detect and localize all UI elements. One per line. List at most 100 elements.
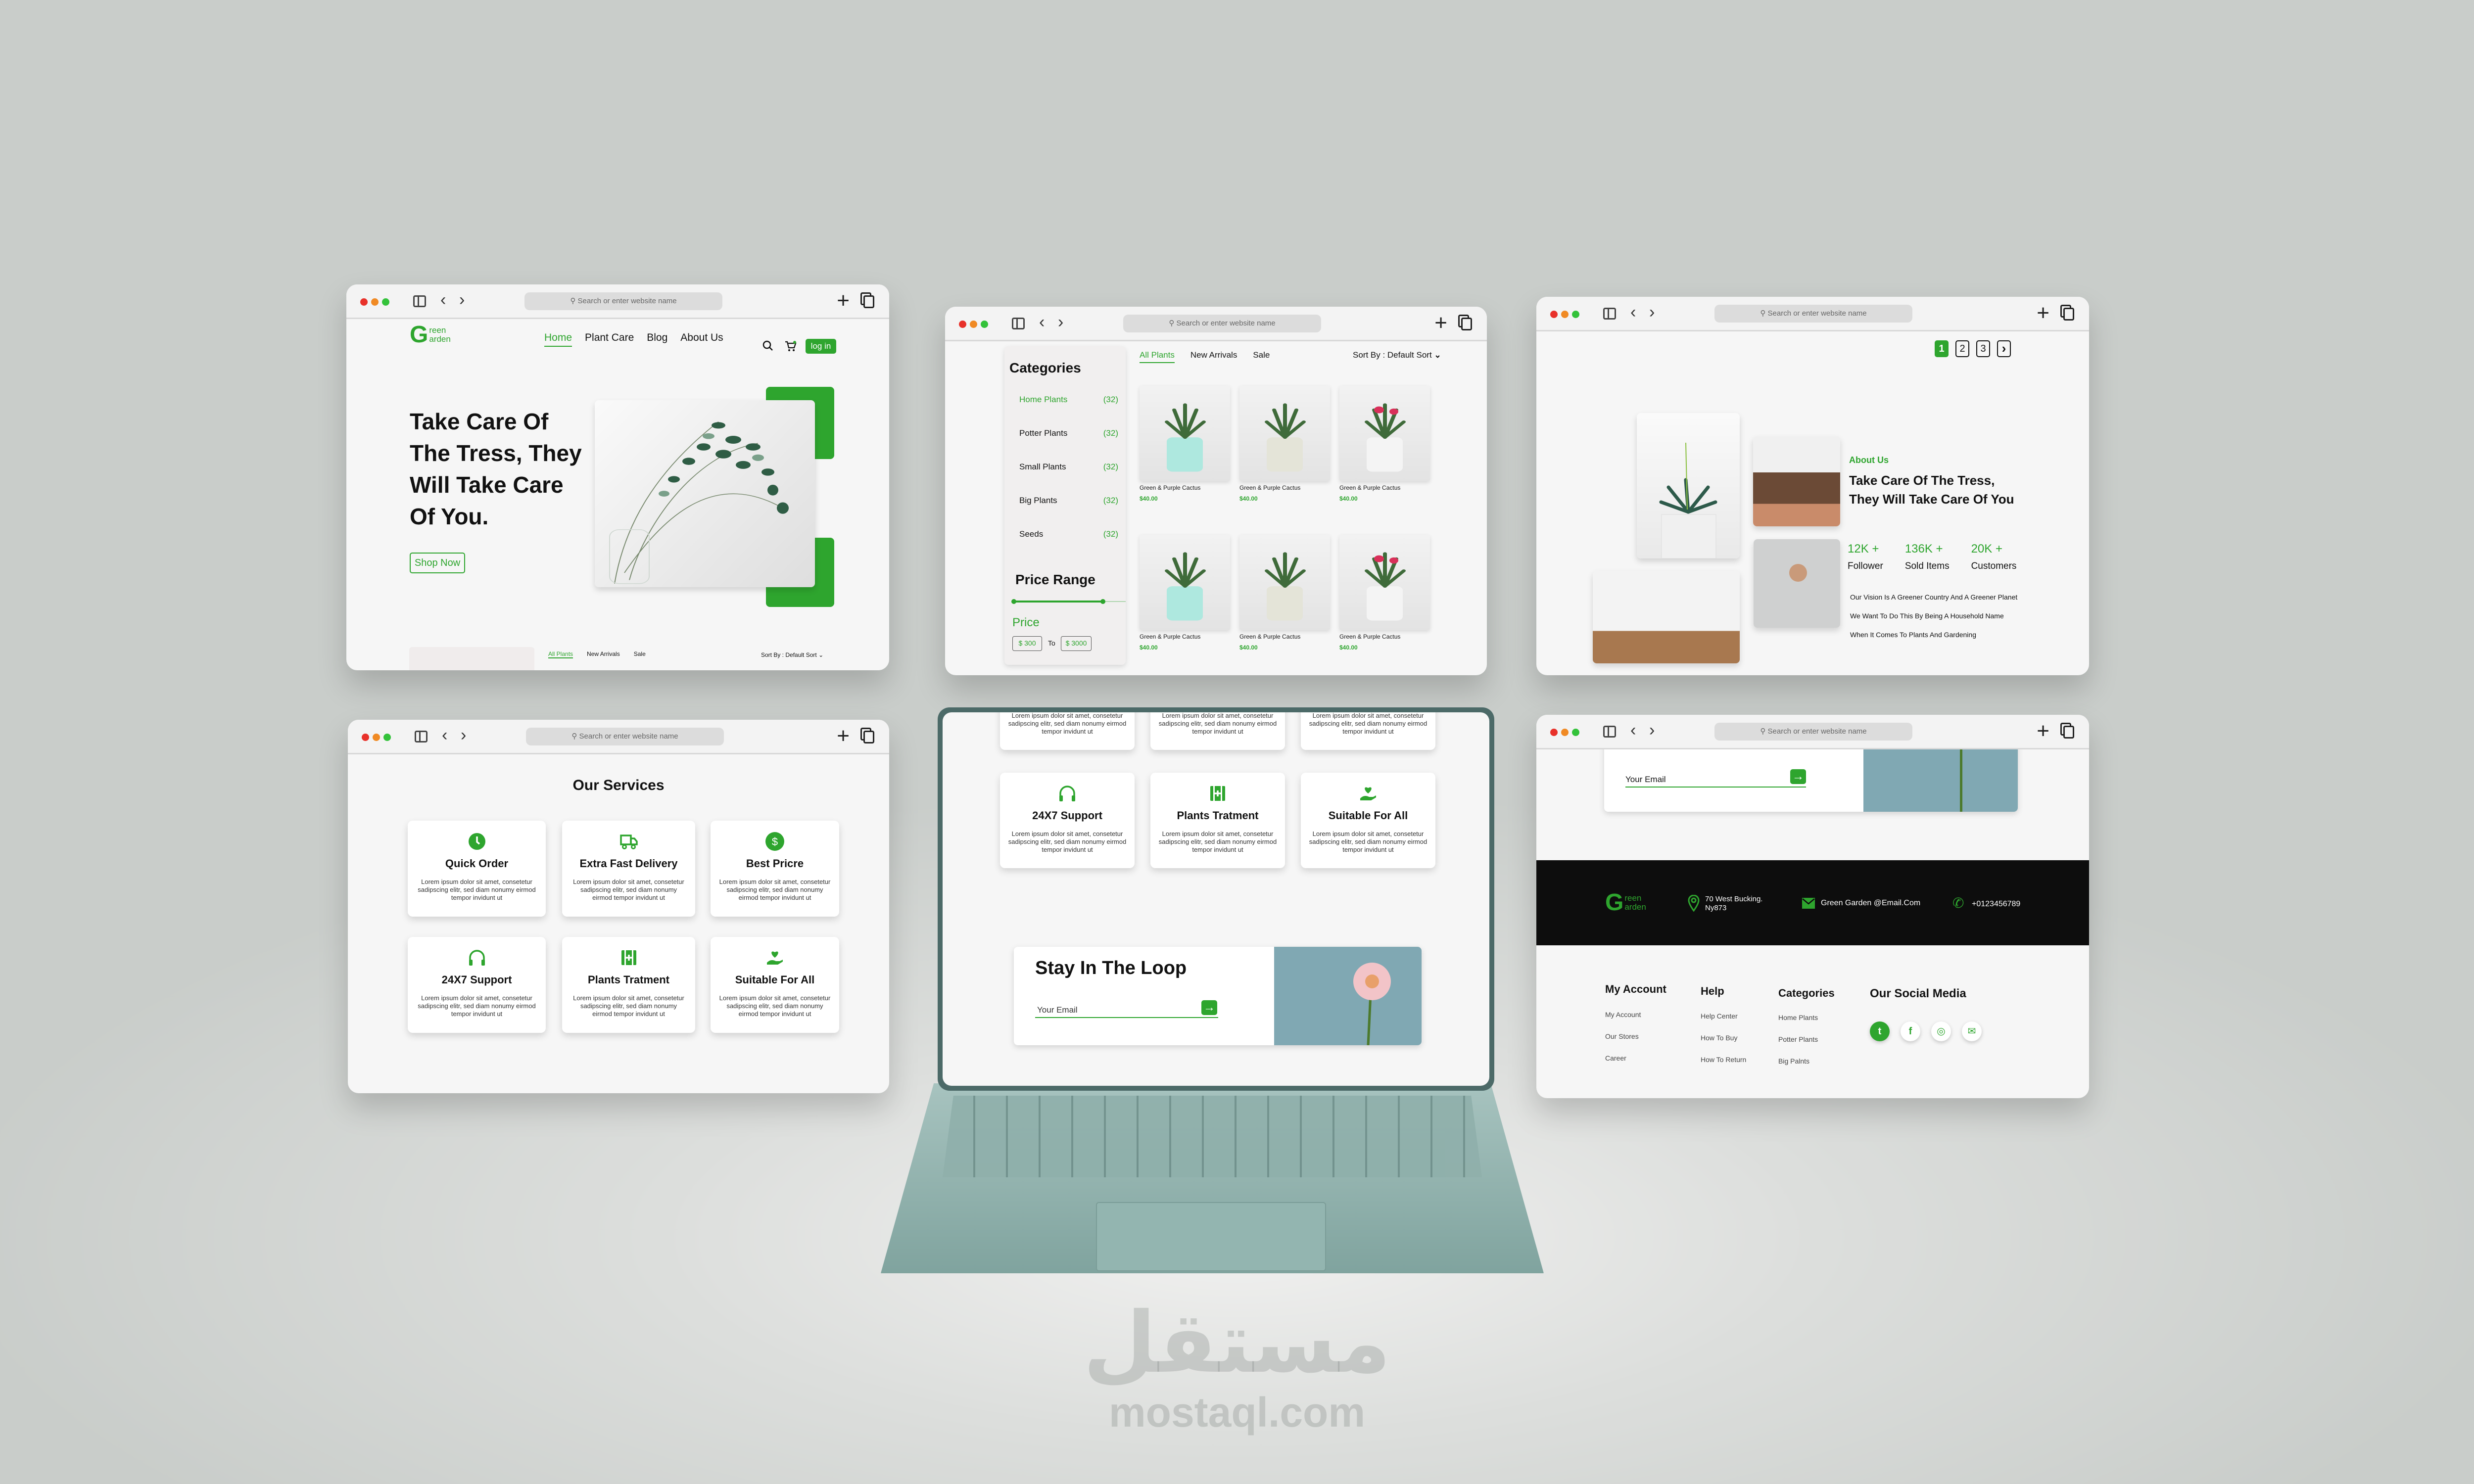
forward-icon[interactable]: › (459, 290, 465, 310)
sidebar-item-big-plants[interactable]: Big Plants (32) (1019, 496, 1118, 506)
forward-icon[interactable]: › (1058, 313, 1063, 332)
mail-icon[interactable]: ✉ (1962, 1021, 1982, 1041)
page-1-button[interactable]: 1 (1935, 340, 1949, 357)
tabs-overview-icon[interactable] (863, 731, 874, 743)
laptop-trackpad[interactable] (1096, 1202, 1326, 1271)
address-bar[interactable]: ⚲ Search or enter website name (1123, 315, 1321, 332)
instagram-icon[interactable]: ◎ (1931, 1021, 1951, 1041)
price-slider-handle-min[interactable] (1011, 599, 1016, 604)
address-bar[interactable]: ⚲ Search or enter website name (526, 728, 724, 745)
page-2-button[interactable]: 2 (1955, 340, 1969, 357)
tab-sale[interactable]: Sale (1253, 350, 1270, 363)
tab-all-plants[interactable]: All Plants (1140, 350, 1175, 363)
sidebar-toggle-icon[interactable] (413, 295, 426, 307)
footer-link[interactable]: How To Return (1701, 1056, 1746, 1064)
tab-new-arrivals[interactable]: New Arrivals (587, 650, 620, 658)
product-card[interactable]: Green & Purple Cactus $40.00 (1239, 386, 1330, 502)
back-icon[interactable]: ‹ (1039, 313, 1045, 332)
footer-phone[interactable]: +0123456789 (1972, 900, 2020, 909)
product-image[interactable] (1339, 535, 1430, 630)
address-bar[interactable]: ⚲ Search or enter website name (1714, 723, 1912, 741)
footer-link[interactable]: Big Palnts (1778, 1057, 1809, 1065)
sidebar-toggle-icon[interactable] (415, 731, 428, 742)
tabs-overview-icon[interactable] (2063, 726, 2074, 739)
price-max-input[interactable]: $ 3000 (1061, 636, 1092, 651)
brand-logo[interactable]: G reen arden (410, 323, 451, 347)
sort-dropdown[interactable]: Sort By : Default Sort ⌄ (1353, 350, 1441, 360)
new-tab-icon[interactable]: + (2037, 719, 2049, 743)
page-3-button[interactable]: 3 (1976, 340, 1990, 357)
maximize-window-button[interactable] (1572, 311, 1579, 318)
login-button[interactable]: log in (806, 339, 836, 354)
product-card[interactable]: Green & Purple Cactus $40.00 (1239, 535, 1330, 651)
footer-link[interactable]: Potter Plants (1778, 1035, 1818, 1043)
nav-about-us[interactable]: About Us (680, 332, 723, 347)
newsletter-email-input[interactable]: Your Email (1035, 1002, 1218, 1018)
sidebar-item-home-plants[interactable]: Home Plants (32) (1019, 395, 1118, 405)
twitter-icon[interactable]: t (1870, 1021, 1890, 1041)
close-window-button[interactable] (1550, 729, 1558, 736)
tab-sale[interactable]: Sale (634, 650, 646, 658)
next-page-button[interactable]: › (1997, 340, 2011, 357)
address-bar[interactable]: ⚲ Search or enter website name (1714, 305, 1912, 323)
sidebar-toggle-icon[interactable] (1012, 318, 1025, 329)
product-card[interactable]: Green & Purple Cactus $40.00 (1140, 386, 1230, 502)
product-card[interactable]: Green & Purple Cactus $40.00 (1339, 535, 1430, 651)
footer-link[interactable]: Our Stores (1605, 1032, 1639, 1040)
price-min-input[interactable]: $ 300 (1012, 636, 1042, 651)
product-image[interactable] (1140, 535, 1230, 630)
sidebar-item-small-plants[interactable]: Small Plants (32) (1019, 462, 1118, 472)
facebook-icon[interactable]: f (1901, 1021, 1920, 1041)
minimize-window-button[interactable] (373, 734, 380, 741)
sort-dropdown[interactable]: Sort By : Default Sort ⌄ (761, 651, 823, 658)
new-tab-icon[interactable]: + (837, 724, 850, 748)
sidebar-toggle-icon[interactable] (1603, 308, 1616, 320)
product-image[interactable] (1239, 535, 1330, 630)
footer-link[interactable]: Career (1605, 1054, 1626, 1062)
cart-icon[interactable] (784, 340, 797, 353)
footer-email[interactable]: Green Garden @Email.Com (1821, 899, 1920, 908)
tab-new-arrivals[interactable]: New Arrivals (1190, 350, 1237, 363)
nav-blog[interactable]: Blog (647, 332, 667, 347)
price-slider[interactable] (1011, 599, 1126, 604)
sidebar-item-potter-plants[interactable]: Potter Plants (32) (1019, 428, 1118, 438)
footer-logo[interactable]: G reen arden (1605, 891, 1646, 915)
back-icon[interactable]: ‹ (1630, 721, 1636, 740)
search-icon[interactable] (762, 340, 774, 352)
close-window-button[interactable] (959, 321, 966, 328)
product-card[interactable]: Green & Purple Cactus $40.00 (1339, 386, 1430, 502)
price-slider-handle-max[interactable] (1100, 599, 1105, 604)
maximize-window-button[interactable] (383, 734, 391, 741)
tabs-overview-icon[interactable] (1461, 318, 1472, 330)
minimize-window-button[interactable] (1561, 311, 1569, 318)
submit-arrow-button[interactable]: → (1201, 1000, 1217, 1015)
nav-home[interactable]: Home (544, 332, 572, 347)
forward-icon[interactable]: › (1649, 721, 1655, 740)
sidebar-item-seeds[interactable]: Seeds (32) (1019, 529, 1118, 539)
back-icon[interactable]: ‹ (1630, 303, 1636, 322)
product-image[interactable] (1140, 386, 1230, 481)
product-image[interactable] (1339, 386, 1430, 481)
back-icon[interactable]: ‹ (442, 726, 447, 745)
newsletter-email-input[interactable]: Your Email (1625, 772, 1806, 788)
shop-now-button[interactable]: Shop Now (410, 553, 465, 573)
nav-plant-care[interactable]: Plant Care (585, 332, 634, 347)
forward-icon[interactable]: › (1649, 303, 1655, 322)
minimize-window-button[interactable] (1561, 729, 1569, 736)
footer-link[interactable]: My Account (1605, 1011, 1641, 1019)
new-tab-icon[interactable]: + (837, 288, 850, 313)
product-image[interactable] (1239, 386, 1330, 481)
product-card[interactable]: Green & Purple Cactus $40.00 (1140, 535, 1230, 651)
sidebar-toggle-icon[interactable] (1603, 726, 1616, 738)
new-tab-icon[interactable]: + (1434, 311, 1447, 335)
tabs-overview-icon[interactable] (863, 295, 874, 308)
submit-arrow-button[interactable]: → (1790, 769, 1806, 784)
new-tab-icon[interactable]: + (2037, 301, 2049, 325)
maximize-window-button[interactable] (1572, 729, 1579, 736)
minimize-window-button[interactable] (970, 321, 977, 328)
footer-link[interactable]: Home Plants (1778, 1014, 1818, 1021)
close-window-button[interactable] (360, 298, 368, 306)
close-window-button[interactable] (362, 734, 369, 741)
tab-all-plants[interactable]: All Plants (548, 650, 573, 658)
maximize-window-button[interactable] (382, 298, 389, 306)
